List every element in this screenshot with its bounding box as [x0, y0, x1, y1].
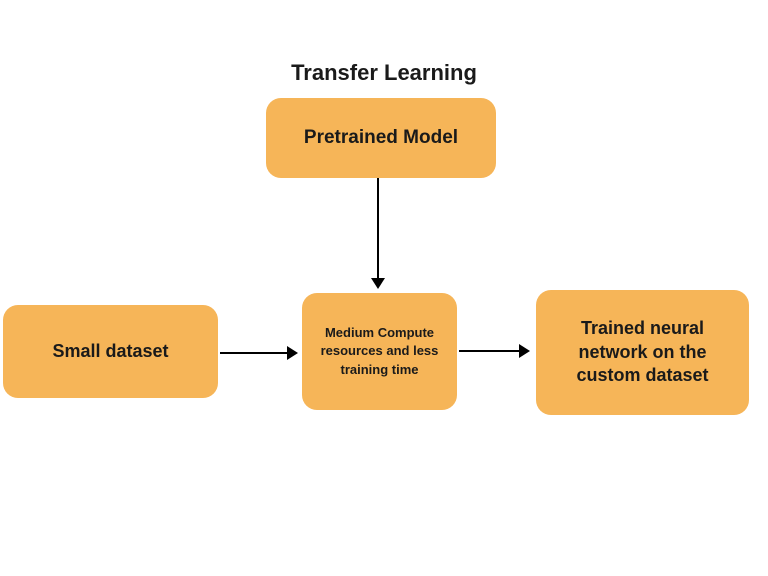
arrow-head-right-icon — [519, 344, 530, 358]
node-label: Small dataset — [52, 341, 168, 362]
node-pretrained-model: Pretrained Model — [266, 98, 496, 178]
arrow-head-down-icon — [371, 278, 385, 289]
node-label: Pretrained Model — [304, 127, 458, 149]
arrow-compute-to-trained — [459, 350, 519, 352]
arrow-dataset-to-compute — [220, 352, 287, 354]
diagram-title: Transfer Learning — [291, 60, 477, 86]
node-label: Medium Compute resources and less traini… — [312, 324, 447, 379]
node-small-dataset: Small dataset — [3, 305, 218, 398]
node-medium-compute: Medium Compute resources and less traini… — [302, 293, 457, 410]
arrow-pretrained-to-compute — [377, 178, 379, 278]
node-trained-network: Trained neural network on the custom dat… — [536, 290, 749, 415]
arrow-head-right-icon — [287, 346, 298, 360]
node-label: Trained neural network on the custom dat… — [546, 317, 739, 387]
